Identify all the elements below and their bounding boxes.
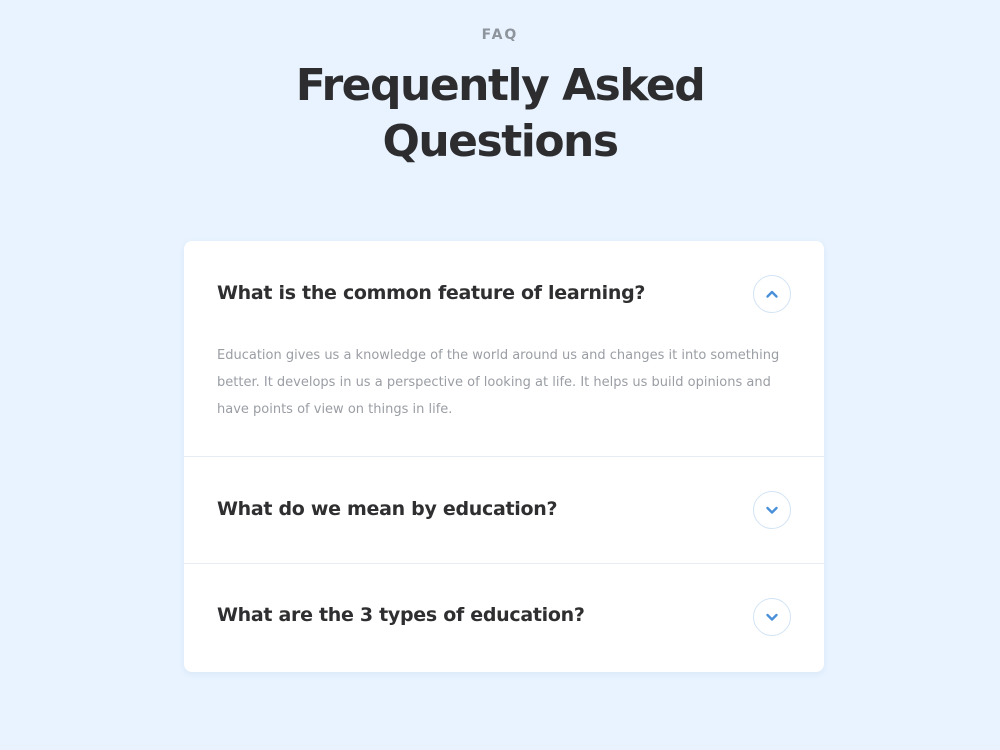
chevron-down-icon [766,506,778,514]
page-title: Frequently Asked Questions [295,60,706,167]
faq-item-2: What do we mean by education? [184,457,824,564]
faq-question-1[interactable]: What is the common feature of learning? [217,282,645,304]
faq-item-3: What are the 3 types of education? [184,564,824,672]
faq-answer-1: Education gives us a knowledge of the wo… [217,348,780,417]
section-eyebrow: FAQ [481,27,519,43]
faq-toggle-3[interactable] [753,598,791,636]
faq-question-2[interactable]: What do we mean by education? [217,498,557,520]
faq-toggle-2[interactable] [753,491,791,529]
chevron-down-icon [766,613,778,621]
faq-question-3[interactable]: What are the 3 types of education? [217,604,585,626]
faq-accordion: What is the common feature of learning? … [184,241,824,672]
chevron-up-icon [766,290,778,298]
faq-toggle-1[interactable] [753,275,791,313]
faq-item-1: What is the common feature of learning? … [184,241,824,457]
